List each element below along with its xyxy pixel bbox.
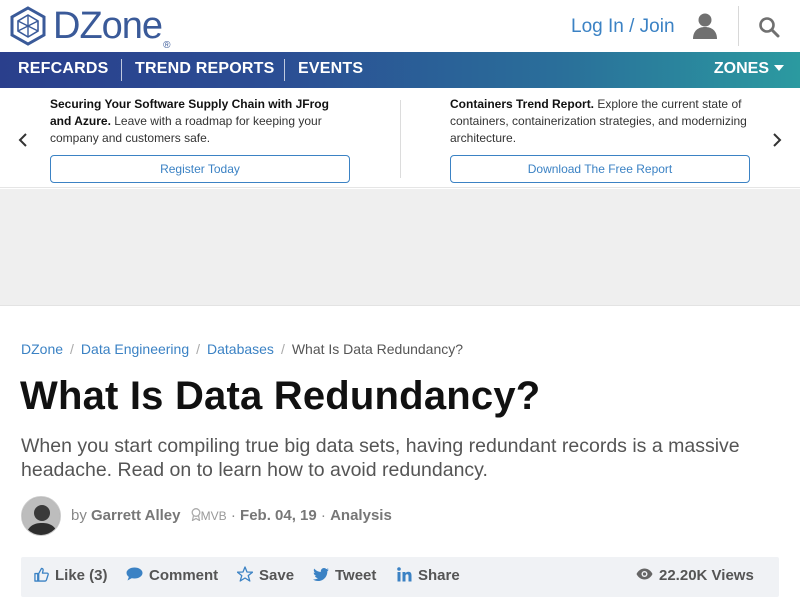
site-header: DZone® Log In / Join: [0, 0, 800, 52]
article-title: What Is Data Redundancy?: [20, 374, 541, 418]
user-icon[interactable]: [692, 12, 718, 40]
dzone-logo[interactable]: DZone®: [9, 5, 171, 51]
register-today-button[interactable]: Register Today: [50, 155, 350, 183]
chevron-left-icon[interactable]: [16, 132, 30, 148]
nav-divider: [284, 59, 285, 81]
author-avatar[interactable]: [21, 496, 61, 536]
dzone-logo-icon: [10, 6, 46, 46]
zones-dropdown[interactable]: ZONES: [714, 52, 784, 88]
thumbs-up-icon: [34, 567, 49, 582]
nav-item-trend-reports[interactable]: TREND REPORTS: [135, 52, 275, 88]
breadcrumb-item-databases[interactable]: Databases: [207, 341, 274, 357]
nav-item-refcards[interactable]: REFCARDS: [18, 52, 109, 88]
article-subtitle: When you start compiling true big data s…: [21, 435, 740, 481]
like-button[interactable]: Like (3): [34, 557, 108, 597]
promo-divider: [400, 100, 401, 178]
login-join-link[interactable]: Log In / Join: [571, 16, 675, 38]
download-report-button[interactable]: Download The Free Report: [450, 155, 750, 183]
nav-item-events[interactable]: EVENTS: [298, 52, 363, 88]
article-header: DZone / Data Engineering / Databases / What Is…: [0, 305, 800, 600]
breadcrumb: DZone / Data Engineering / Databases / What Is…: [21, 341, 463, 357]
breadcrumb-separator: /: [196, 341, 200, 357]
zones-label: ZONES: [713, 60, 769, 77]
comment-label: Comment: [149, 567, 219, 584]
eye-icon: [636, 568, 653, 580]
twitter-icon: [313, 567, 329, 581]
breadcrumb-current: What Is Data Redundancy?: [291, 341, 464, 357]
like-label: Like (3): [55, 567, 108, 584]
mvb-label: MVB: [200, 509, 227, 523]
star-icon: [236, 566, 254, 582]
article-category[interactable]: Analysis: [330, 507, 392, 524]
ad-placeholder: [0, 189, 800, 305]
author-name[interactable]: Garrett Alley: [91, 507, 180, 524]
promo-carousel: Securing Your Software Supply Chain with…: [0, 88, 800, 188]
share-button[interactable]: Share: [397, 557, 460, 597]
save-button[interactable]: Save: [236, 557, 295, 597]
breadcrumb-item-dzone[interactable]: DZone: [21, 341, 63, 357]
linkedin-icon: [397, 566, 412, 582]
comment-button[interactable]: Comment: [126, 557, 218, 597]
header-divider: [738, 6, 739, 46]
view-count: 22.20K Views: [636, 557, 754, 597]
caret-down-icon: [774, 64, 784, 71]
promo-right-title[interactable]: Containers Trend Report.: [450, 97, 594, 111]
avatar-image: [22, 497, 60, 535]
promo-right-text: Containers Trend Report. Explore the cur…: [450, 96, 750, 147]
breadcrumb-separator: /: [280, 341, 285, 357]
views-label: 22.20K Views: [659, 567, 754, 584]
comment-icon: [126, 567, 143, 581]
byline-prefix: by: [71, 507, 87, 524]
article-byline: by Garrett Alley MVB · Feb. 04, 19 · Ana…: [71, 507, 392, 524]
chevron-right-icon[interactable]: [770, 132, 784, 148]
article-action-bar: Like (3) Comment Save Tweet Share 22.20K…: [21, 557, 779, 597]
share-label: Share: [418, 567, 460, 584]
main-nav: REFCARDS TREND REPORTS EVENTS ZONES: [0, 52, 800, 88]
publish-date: Feb. 04, 19: [240, 507, 317, 524]
nav-divider: [121, 59, 122, 81]
tweet-button[interactable]: Tweet: [313, 557, 376, 597]
promo-left-text: Securing Your Software Supply Chain with…: [50, 96, 350, 147]
breadcrumb-item-data-engineering[interactable]: Data Engineering: [81, 341, 189, 357]
breadcrumb-separator: /: [70, 341, 74, 357]
tweet-label: Tweet: [335, 567, 377, 584]
mvb-badge: MVB: [191, 508, 227, 523]
search-icon[interactable]: [758, 16, 780, 38]
save-label: Save: [259, 567, 295, 584]
ribbon-icon: [191, 508, 201, 522]
logo-text: DZone®: [53, 5, 171, 51]
